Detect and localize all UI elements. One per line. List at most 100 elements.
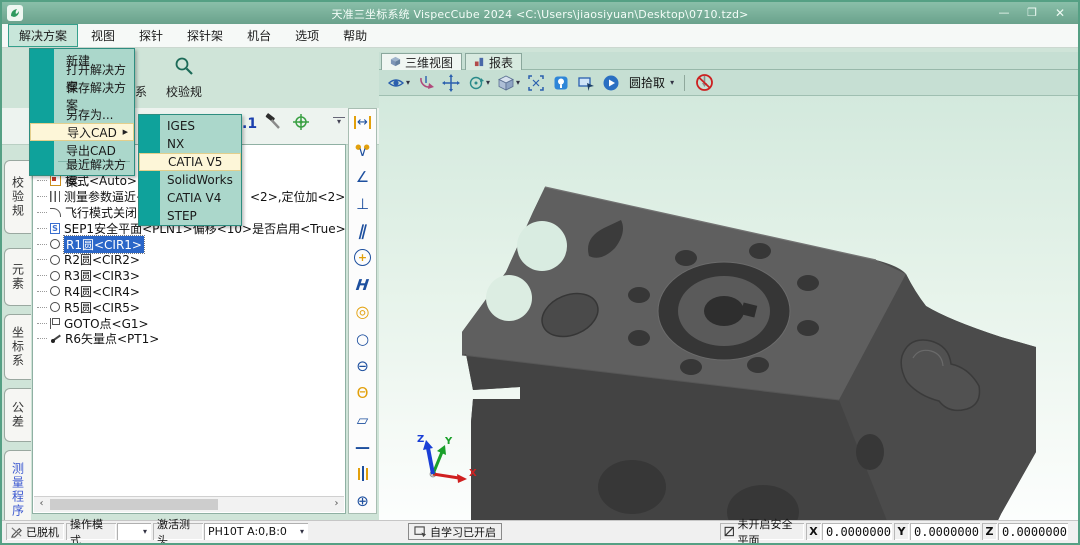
concentricity-icon[interactable]: ◎: [349, 298, 376, 325]
tree-branch-line: [37, 228, 47, 229]
swing-rotate-button[interactable]: [417, 74, 435, 92]
play-icon: [602, 74, 620, 92]
angle-point-icon[interactable]: ● ●∨: [349, 136, 376, 163]
app-window: 天准三坐标系统 VispecCube 2024 <C:\Users\jiaosi…: [0, 0, 1080, 545]
tree-item-circle-r3[interactable]: R3圆<CIR3>: [37, 268, 343, 284]
view-visibility-button[interactable]: ▾: [387, 74, 410, 92]
submenu-item-catia-v5[interactable]: CATIA V5: [139, 153, 241, 171]
tree-item-circle-r2[interactable]: R2圆<CIR2>: [37, 252, 343, 268]
submenu-item-solidworks[interactable]: SolidWorks: [139, 171, 241, 189]
operation-mode-select[interactable]: ▾: [117, 523, 151, 540]
gauge-check-button[interactable]: 校验规: [160, 52, 208, 104]
sidebar-tab-elements[interactable]: 元素: [4, 248, 31, 306]
menu-item-save-as[interactable]: 另存为...: [30, 105, 134, 123]
position2-icon[interactable]: ⊕: [349, 487, 376, 514]
tolerance-icon[interactable]: .1: [242, 116, 257, 132]
scroll-right-arrow[interactable]: ›: [330, 498, 343, 510]
chevron-down-icon: ▾: [300, 527, 304, 536]
zoom-fit-button[interactable]: [527, 74, 545, 92]
tree-item-label: R2圆<CIR2>: [64, 251, 140, 268]
menu-item-recent-solutions[interactable]: 最近解决方案...: [30, 164, 134, 182]
straightness-icon[interactable]: —: [349, 433, 376, 460]
scrollbar-thumb[interactable]: [50, 499, 218, 510]
run-button[interactable]: [602, 74, 620, 92]
submenu-item-step[interactable]: STEP: [139, 207, 241, 225]
viewport-3d[interactable]: X Y Z: [379, 96, 1080, 520]
tree-item-label-cont: <2>,定位加<2>,测量-: [250, 189, 346, 205]
no-safety-plane-icon: [724, 525, 735, 538]
pan-button[interactable]: [442, 74, 460, 92]
construct-hammer-icon[interactable]: [263, 112, 283, 136]
scroll-left-arrow[interactable]: ‹: [35, 498, 48, 510]
menubar-item-options[interactable]: 选项: [284, 24, 330, 47]
tab-3d-view[interactable]: 三维视图: [381, 53, 462, 71]
coord-z-label: Z: [982, 523, 997, 540]
self-learn-label: 自学习已开启: [430, 524, 496, 540]
tree-item-circle-r5[interactable]: R5圆<CIR5>: [37, 299, 343, 315]
sidebar-tab-coordsys[interactable]: 坐标系: [4, 314, 31, 380]
green-position-icon[interactable]: [291, 112, 311, 136]
menubar-item-help[interactable]: 帮助: [332, 24, 378, 47]
tree-item-label: 飞行模式关闭: [65, 204, 137, 221]
tree-item-circle-r1[interactable]: R1圆<CIR1>: [37, 236, 343, 252]
vector-point-icon: [50, 333, 61, 344]
operation-mode-label: 操作模式: [66, 523, 116, 540]
pick-mode-label: 圆拾取: [629, 74, 665, 91]
submenu-item-nx[interactable]: NX: [139, 135, 241, 153]
safety-plane-status: 未开启安全平面: [720, 523, 804, 540]
toolbar-overflow-button[interactable]: ▾: [333, 117, 345, 125]
circle-icon: [50, 302, 60, 312]
perpendicularity-icon[interactable]: ⊥: [349, 190, 376, 217]
position-target-icon[interactable]: +: [349, 244, 376, 271]
tree-item-vector-point[interactable]: R6矢量点<PT1>: [37, 331, 343, 347]
sidebar-tab-measure-program[interactable]: 测量程序: [4, 450, 31, 530]
total-runout-icon[interactable]: Θ: [349, 379, 376, 406]
flatness-icon[interactable]: ▱: [349, 406, 376, 433]
pan-icon: [442, 74, 460, 92]
view-cube-button[interactable]: ▾: [497, 74, 520, 92]
angle-icon[interactable]: ∠: [349, 163, 376, 190]
axis-x-label: X: [469, 468, 477, 479]
menu-item-import-cad[interactable]: 导入CAD ▶: [30, 123, 134, 141]
pin-view-button[interactable]: [552, 74, 570, 92]
chevron-down-icon: ▾: [516, 78, 520, 87]
runout-icon[interactable]: ⊖: [349, 352, 376, 379]
no-probe-icon: [695, 73, 714, 92]
chevron-down-icon: ▾: [670, 78, 674, 87]
menu-item-save-solution[interactable]: 保存解决方案: [30, 87, 134, 105]
minimize-button[interactable]: —: [992, 5, 1016, 21]
submenu-item-catia-v4[interactable]: CATIA V4: [139, 189, 241, 207]
circle-icon: [50, 239, 60, 249]
orbit-button[interactable]: ▾: [467, 74, 490, 92]
submenu-arrow-icon: ▶: [123, 128, 128, 136]
active-probe-select[interactable]: PH10T A:0,B:0 ▾: [204, 523, 308, 540]
submenu-item-iges[interactable]: IGES: [139, 117, 241, 135]
pick-mode-dropdown[interactable]: 圆拾取 ▾: [627, 74, 674, 91]
angularity-icon[interactable]: H: [349, 271, 376, 298]
window-select-button[interactable]: [577, 74, 595, 92]
parallelism-icon[interactable]: ∥: [349, 217, 376, 244]
menubar-item-view[interactable]: 视图: [80, 24, 126, 47]
sidebar-tab-gauge[interactable]: 校验规: [4, 160, 31, 234]
tree-item-goto[interactable]: GOTO点<G1>: [37, 315, 343, 331]
menubar-item-machine[interactable]: 机台: [236, 24, 282, 47]
circle-tool-icon[interactable]: ○: [349, 325, 376, 352]
symmetry-icon[interactable]: [349, 460, 376, 487]
tree-branch-line: [37, 338, 47, 339]
tree-item-circle-r4[interactable]: R4圆<CIR4>: [37, 284, 343, 300]
fit-icon: [527, 74, 545, 92]
import-cad-submenu: IGES NX CATIA V5 SolidWorks CATIA V4 STE…: [138, 114, 242, 226]
tab-report[interactable]: 报表: [465, 53, 522, 71]
self-learn-toggle[interactable]: 自学习已开启: [408, 523, 502, 540]
menubar-item-solution[interactable]: 解决方案: [8, 24, 78, 47]
tree-item-label: 测量参数逼近<: [64, 188, 146, 205]
maximize-button[interactable]: ❐: [1020, 5, 1044, 21]
probe-disabled-button[interactable]: [695, 73, 714, 92]
distance-icon[interactable]: ↔: [349, 109, 376, 136]
tree-horizontal-scrollbar[interactable]: ‹ ›: [34, 496, 344, 512]
menubar-item-probe-rack[interactable]: 探针架: [176, 24, 234, 47]
magnifier-icon: [173, 56, 195, 81]
menubar-item-probe[interactable]: 探针: [128, 24, 174, 47]
sidebar-tab-tolerance[interactable]: 公差: [4, 388, 31, 442]
close-button[interactable]: ✕: [1048, 5, 1072, 21]
